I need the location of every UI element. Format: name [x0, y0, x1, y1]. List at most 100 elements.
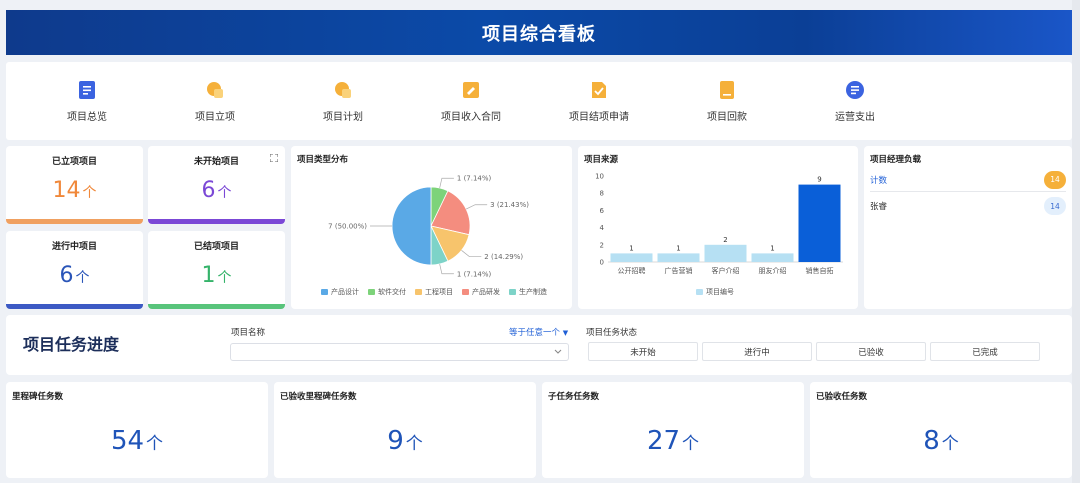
bar[interactable] — [657, 253, 700, 262]
pie-data-label: 2 (14.29%) — [484, 253, 523, 261]
nav-item-operating-expense[interactable]: 运营支出 — [790, 62, 920, 140]
load-count-badge: 14 — [1044, 197, 1066, 215]
card-unit: 个 — [146, 434, 164, 454]
card-number: 9 — [387, 426, 404, 456]
nav-label: 项目计划 — [323, 112, 363, 123]
status-option-accepted[interactable]: 已验收 — [816, 342, 926, 361]
stat-title: 已结项项目 — [193, 242, 239, 252]
stat-card-in-progress[interactable]: 进行中项目 6个 — [6, 231, 143, 309]
legend-item[interactable]: 产品研发 — [462, 287, 500, 297]
stat-unit: 个 — [82, 185, 97, 201]
filter-operator-label: 等于任意一个 — [509, 328, 561, 338]
y-tick-label: 6 — [600, 207, 605, 215]
task-filter-bar: 项目任务进度 项目名称 等于任意一个 ▼ 项目任务状态 未开始 进行中 已验收 … — [6, 315, 1072, 375]
stat-accent-bar — [148, 219, 285, 224]
stat-title: 已立项项目 — [51, 157, 97, 167]
pie-label-line — [461, 250, 482, 257]
status-option-in-progress[interactable]: 进行中 — [702, 342, 812, 361]
accepted-milestone-card[interactable]: 已验收里程碑任务数 9个 — [274, 382, 536, 478]
x-tick-label: 销售自拓 — [806, 266, 834, 275]
nav-item-payment[interactable]: 项目回款 — [662, 62, 792, 140]
stat-value: 1个 — [148, 263, 285, 288]
pie-data-label: 3 (21.43%) — [490, 201, 529, 209]
project-source-panel: 项目来源 0 2 4 6 8 10 1 公开招聘 1 广告营销 2 客户介绍 1 朋友介绍 9 销售自拓 项目… — [578, 146, 858, 309]
section-title: 项目任务进度 — [23, 335, 120, 354]
stat-card-established[interactable]: 已立项项目 14 个 — [6, 146, 143, 224]
status-option-not-started[interactable]: 未开始 — [588, 342, 698, 361]
stat-accent-bar — [148, 304, 285, 309]
x-tick-label: 朋友介绍 — [759, 266, 787, 275]
stat-accent-bar — [6, 219, 143, 224]
load-row[interactable]: 计数 14 — [870, 168, 1066, 192]
stat-number: 6 — [59, 263, 74, 288]
expand-icon[interactable] — [270, 154, 278, 162]
legend-item[interactable]: 软件交付 — [368, 287, 406, 297]
stat-unit: 个 — [217, 270, 232, 286]
bar-chart: 0 2 4 6 8 10 1 公开招聘 1 广告营销 2 客户介绍 1 朋友介绍 9 销售自拓 — [595, 173, 843, 275]
x-tick-label: 客户介绍 — [712, 266, 740, 275]
nav-label: 运营支出 — [835, 112, 875, 123]
legend-item[interactable]: 工程项目 — [415, 287, 453, 297]
stat-unit: 个 — [75, 270, 90, 286]
stat-number: 14 — [52, 178, 81, 203]
bar[interactable] — [751, 253, 794, 262]
doc-icon — [717, 80, 737, 100]
milestone-task-card[interactable]: 里程碑任务数 54 个 — [6, 382, 268, 478]
filter-label: 项目名称 — [231, 328, 266, 338]
card-value: 8个 — [810, 426, 1072, 456]
status-option-completed[interactable]: 已完成 — [930, 342, 1040, 361]
card-value: 54 个 — [6, 426, 268, 456]
nav-item-income-contract[interactable]: 项目收入合同 — [406, 62, 536, 140]
nav-label: 项目收入合同 — [441, 112, 501, 123]
nav-label: 项目立项 — [195, 112, 235, 123]
card-title: 已验收任务数 — [816, 392, 868, 402]
accepted-task-card[interactable]: 已验收任务数 8个 — [810, 382, 1072, 478]
list-circle-icon — [845, 80, 865, 100]
nav-item-closure-request[interactable]: 项目结项申请 — [534, 62, 664, 140]
project-name-select[interactable] — [230, 343, 569, 361]
stat-card-not-started[interactable]: 未开始项目 6个 — [148, 146, 285, 224]
card-title: 子任务任务数 — [548, 392, 600, 402]
stat-card-closed[interactable]: 已结项项目 1个 — [148, 231, 285, 309]
pie-data-label: 1 (7.14%) — [457, 270, 492, 278]
filter-operator-dropdown[interactable]: 等于任意一个 ▼ — [509, 326, 568, 338]
page-scrollbar[interactable] — [1072, 0, 1080, 483]
bar[interactable] — [610, 253, 653, 262]
legend-swatch — [462, 289, 469, 295]
panel-title: 项目经理负载 — [870, 155, 922, 165]
load-row-name: 张睿 — [870, 202, 888, 212]
dashboard-header: 项目综合看板 — [6, 10, 1072, 55]
stat-value: 14 个 — [6, 178, 143, 203]
card-value: 9个 — [274, 426, 536, 456]
subtask-card[interactable]: 子任务任务数 27 个 — [542, 382, 804, 478]
bar-legend: 项目编号 — [696, 287, 743, 297]
pie-chart: 1 (7.14%) 3 (21.43%) 2 (14.29%) 1 (7.14%) 7 … — [328, 175, 529, 279]
pie-label-line — [465, 204, 488, 210]
bar[interactable] — [798, 184, 841, 262]
y-tick-label: 0 — [600, 259, 604, 267]
nav-label: 项目总览 — [67, 112, 107, 123]
nav-item-plan[interactable]: 项目计划 — [278, 62, 408, 140]
legend-item[interactable]: 产品设计 — [321, 287, 359, 297]
nav-item-overview[interactable]: 项目总览 — [22, 62, 152, 140]
legend-item[interactable]: 生产制造 — [509, 287, 547, 297]
caret-down-icon: ▼ — [562, 329, 569, 337]
load-row-name: 计数 — [870, 175, 888, 186]
filter-label: 项目任务状态 — [586, 328, 638, 338]
load-row[interactable]: 张睿 14 — [870, 194, 1066, 218]
bar-data-label: 2 — [723, 236, 727, 244]
legend-label: 生产制造 — [519, 288, 547, 296]
card-number: 27 — [646, 426, 681, 456]
stat-value: 6个 — [6, 263, 143, 288]
nav-item-approval[interactable]: 项目立项 — [150, 62, 280, 140]
stat-title: 未开始项目 — [193, 157, 239, 167]
manager-load-panel: 项目经理负载 计数 14 张睿 14 — [864, 146, 1072, 309]
stat-number: 6 — [201, 178, 216, 203]
bar[interactable] — [704, 244, 747, 262]
pie-slice[interactable] — [391, 186, 432, 266]
quick-nav-bar: 项目总览 项目立项 项目计划 项目收入合同 项目结项申请 项目回款 运营支出 — [6, 62, 1072, 140]
y-tick-label: 10 — [595, 173, 604, 181]
card-number: 8 — [923, 426, 940, 456]
legend-label: 项目编号 — [706, 288, 734, 296]
circle-tag-icon — [333, 80, 353, 100]
